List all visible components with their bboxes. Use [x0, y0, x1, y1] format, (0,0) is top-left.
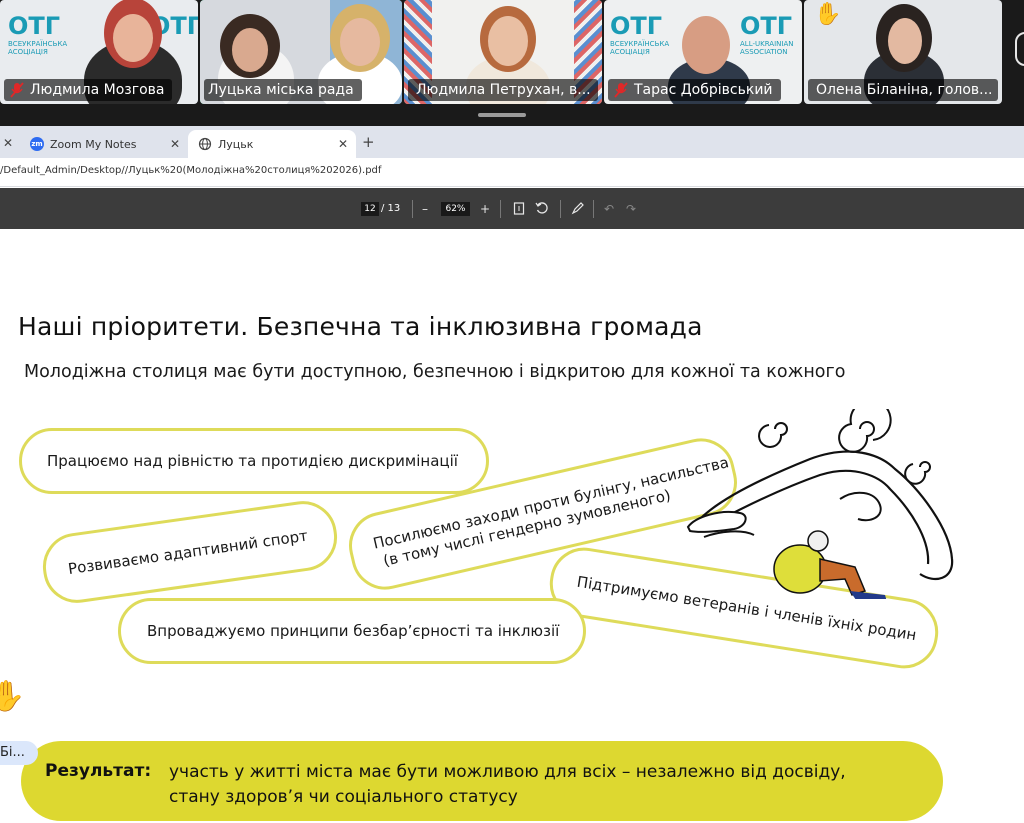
swirl-icon — [838, 409, 892, 453]
tab-label: Zoom My Notes — [50, 137, 137, 151]
participant-name-text: Людмила Петрухан, в... — [416, 82, 591, 98]
participant-name: Олена Біланіна, голов... — [808, 79, 998, 101]
redo-icon[interactable]: ↷ — [626, 200, 636, 218]
tab-zoom-my-notes[interactable]: zm Zoom My Notes ✕ — [20, 130, 188, 158]
participant-face — [682, 16, 730, 74]
priority-pill: Впроваджуємо принципи безбар’єрності та … — [118, 598, 586, 664]
participant-name-text: Тарас Добрівський — [634, 82, 773, 98]
priority-pill: Працюємо над рівністю та протидією дискр… — [19, 428, 489, 494]
otg-logo-caption: ВСЕУКРАЇНСЬКА — [610, 40, 670, 48]
priority-text: Розвиваємо адаптивний спорт — [66, 526, 309, 578]
zoom-in-button[interactable]: + — [480, 200, 490, 218]
participant-tile[interactable]: ✋ Олена Біланіна, голов... — [804, 0, 1002, 104]
priority-text: Працюємо над рівністю та протидією дискр… — [47, 451, 458, 470]
address-bar[interactable]: /Default_Admin/Desktop//Луцьк%20(Молодіж… — [0, 158, 1024, 187]
pdf-page: Наші пріоритети. Безпечна та інклюзивна … — [0, 229, 1024, 823]
toolbar-divider — [560, 200, 561, 218]
mic-muted-icon — [614, 82, 628, 98]
participant-name-text: Олена Біланіна, голов... — [816, 82, 993, 98]
otg-logo-caption-2: АСОЦІАЦІЯ — [610, 48, 650, 56]
mic-muted-icon — [10, 82, 24, 98]
undo-icon[interactable]: ↶ — [604, 200, 614, 218]
participant-face-skin — [232, 28, 268, 72]
url-text[interactable]: /Default_Admin/Desktop//Луцьк%20(Молодіж… — [0, 165, 381, 176]
toolbar-divider — [500, 200, 501, 218]
slide-subtitle: Молодіжна столиця має бути доступною, бе… — [24, 362, 846, 382]
participant-face-skin — [488, 16, 528, 66]
participant-tile[interactable]: ОТГ ВСЕУКРАЇНСЬКА АСОЦІАЦІЯ ОТГ Людмила … — [0, 0, 198, 104]
pdf-toolbar: 12 / 13 – 62% + ↶ ↷ — [0, 188, 1024, 229]
zoom-level-input[interactable]: 62% — [441, 202, 470, 216]
toolbar-divider — [593, 200, 594, 218]
otg-logo-caption-en: ALL-UKRAINIAN — [740, 40, 794, 48]
close-tab-icon[interactable]: ✕ — [338, 137, 348, 151]
otg-logo-en: ОТГ — [740, 12, 793, 40]
waving-hand-icon: ✋ — [814, 2, 842, 27]
otg-logo-caption-2: АСОЦІАЦІЯ — [8, 48, 48, 56]
participant-tile[interactable]: ОТГ ВСЕУКРАЇНСЬКА АСОЦІАЦІЯ ОТГ ALL-UKRA… — [604, 0, 802, 104]
swirl-icon — [758, 422, 788, 448]
globe-icon — [198, 137, 212, 151]
toolbar-divider — [412, 200, 413, 218]
new-tab-button[interactable]: + — [362, 133, 375, 151]
chat-preview-bubble[interactable]: Бі... — [0, 741, 38, 765]
participant-name: Тарас Добрівський — [608, 79, 781, 101]
participant-name: Людмила Петрухан, в... — [408, 79, 598, 101]
draw-icon[interactable] — [571, 201, 585, 215]
participant-face-skin — [113, 14, 153, 62]
participant-name-text: Людмила Мозгова — [30, 82, 165, 98]
browser-tab-bar: ✕ zm Zoom My Notes ✕ Луцьк ✕ + — [0, 126, 1024, 158]
tab-lutsk[interactable]: Луцьк ✕ — [188, 130, 356, 158]
participant-face-skin — [888, 18, 922, 64]
page-total: / 13 — [381, 203, 401, 214]
fit-page-icon[interactable] — [513, 202, 525, 215]
otg-logo: ОТГ — [8, 12, 61, 40]
zoom-icon: zm — [30, 137, 44, 151]
otg-logo: ОТГ — [610, 12, 663, 40]
participant-name: Луцька міська рада — [204, 79, 362, 101]
zoom-out-button[interactable]: – — [422, 200, 428, 218]
rotate-icon[interactable] — [535, 201, 549, 215]
result-text-line: участь у житті міста має бути можливою д… — [169, 762, 846, 782]
otg-logo-caption: ВСЕУКРАЇНСЬКА — [8, 40, 68, 48]
participant-tile[interactable]: Людмила Петрухан, в... — [404, 0, 602, 104]
slide-title: Наші пріоритети. Безпечна та інклюзивна … — [18, 312, 703, 341]
priority-pill: Розвиваємо адаптивний спорт — [38, 496, 342, 608]
gallery-next-button[interactable] — [1015, 32, 1024, 66]
participant-name: Людмила Мозгова — [4, 79, 173, 101]
page-number-input[interactable]: 12 — [361, 202, 379, 216]
close-tab-icon[interactable]: ✕ — [170, 137, 180, 151]
otg-logo-caption-en-2: ASSOCIATION — [740, 48, 788, 56]
tab-label: Луцьк — [218, 137, 254, 151]
participant-face-2-skin — [340, 18, 380, 66]
shelter-illustration — [686, 409, 954, 599]
result-text: участь у житті міста має бути можливою д… — [169, 760, 909, 810]
result-label: Результат: — [45, 761, 152, 781]
close-tab-icon[interactable]: ✕ — [3, 136, 13, 150]
participant-name-text: Луцька міська рада — [208, 82, 354, 98]
waving-hand-icon: ✋ — [0, 679, 26, 714]
result-text-line: стану здоров’я чи соціального статусу — [169, 787, 518, 807]
priority-text: Впроваджуємо принципи безбар’єрності та … — [147, 621, 560, 640]
strip-resize-handle[interactable] — [478, 113, 526, 117]
zoom-participant-strip: ОТГ ВСЕУКРАЇНСЬКА АСОЦІАЦІЯ ОТГ Людмила … — [0, 0, 1024, 126]
participant-tile[interactable]: Луцька міська рада — [200, 0, 402, 104]
